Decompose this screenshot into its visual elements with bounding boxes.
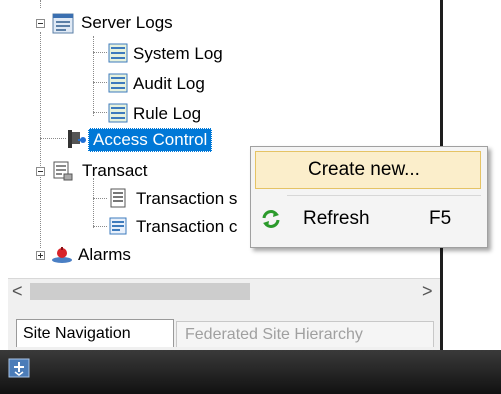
tree-node-access-control[interactable]: Access Control	[66, 128, 256, 152]
tree-line	[40, 0, 41, 8]
transact-icon	[53, 161, 73, 181]
tree-line	[93, 52, 107, 53]
menu-item-shortcut: F5	[429, 208, 452, 229]
tree-label: Transaction c	[136, 217, 238, 236]
taskbar	[0, 350, 501, 394]
network-icon[interactable]	[8, 358, 30, 378]
tab-site-navigation[interactable]: Site Navigation	[16, 319, 174, 347]
refresh-icon	[262, 210, 280, 228]
tree-line	[40, 138, 66, 139]
tree-node-rule-log[interactable]: Rule Log	[108, 102, 258, 124]
tree-label: Rule Log	[133, 104, 202, 123]
tree-node-transaction-c[interactable]: Transaction c	[108, 215, 258, 237]
door-access-icon	[68, 130, 86, 148]
menu-separator	[287, 195, 481, 196]
tree-node-system-log[interactable]: System Log	[108, 42, 258, 64]
expand-icon[interactable]	[36, 251, 45, 260]
tree-line	[93, 36, 94, 116]
tree-label: Audit Log	[133, 74, 205, 93]
menu-item-label: Refresh	[303, 208, 370, 229]
tab-federated-site-hierarchy[interactable]: Federated Site Hierarchy	[176, 321, 434, 347]
tree-line	[93, 112, 107, 113]
tree-node-transact[interactable]: Transact	[36, 159, 236, 181]
tree-line	[93, 198, 107, 199]
tab-label: Site Navigation	[23, 325, 131, 342]
tree-line	[93, 226, 107, 227]
tree-label-selected: Access Control	[88, 128, 213, 152]
menu-item-create-new[interactable]: Create new...	[255, 151, 481, 189]
tree-node-audit-log[interactable]: Audit Log	[108, 72, 258, 94]
server-logs-icon	[52, 13, 74, 34]
scroll-left-arrow[interactable]: <	[12, 281, 23, 302]
collapse-icon[interactable]	[36, 167, 45, 176]
tree-label: Alarms	[78, 245, 131, 264]
tree-line	[93, 178, 94, 228]
tree-label: Transaction s	[136, 189, 238, 208]
log-icon	[108, 43, 128, 63]
scroll-right-arrow[interactable]: >	[422, 281, 433, 302]
tree-node-alarms[interactable]: Alarms	[36, 243, 186, 265]
log-icon	[108, 103, 128, 123]
transaction-icon	[109, 217, 127, 235]
tree-label: System Log	[133, 44, 223, 63]
menu-item-refresh[interactable]: Refresh F5	[255, 201, 481, 239]
tree-line	[93, 82, 107, 83]
tree-node-transaction-s[interactable]: Transaction s	[108, 187, 258, 209]
menu-item-label: Create new...	[308, 159, 420, 180]
scrollbar-thumb[interactable]	[30, 283, 250, 300]
horizontal-scrollbar[interactable]: < >	[8, 278, 441, 305]
tree-node-server-logs[interactable]: Server Logs	[36, 11, 256, 34]
alarm-icon	[52, 247, 72, 263]
tree-line	[40, 32, 41, 248]
tree-label: Transact	[82, 161, 148, 180]
tree-label: Server Logs	[81, 13, 173, 32]
collapse-icon[interactable]	[36, 19, 45, 28]
log-icon	[108, 73, 128, 93]
tab-strip: Site Navigation Federated Site Hierarchy	[8, 305, 441, 350]
transaction-icon	[110, 188, 126, 208]
context-menu: Create new... Refresh F5	[250, 146, 488, 248]
tab-label: Federated Site Hierarchy	[185, 326, 363, 343]
